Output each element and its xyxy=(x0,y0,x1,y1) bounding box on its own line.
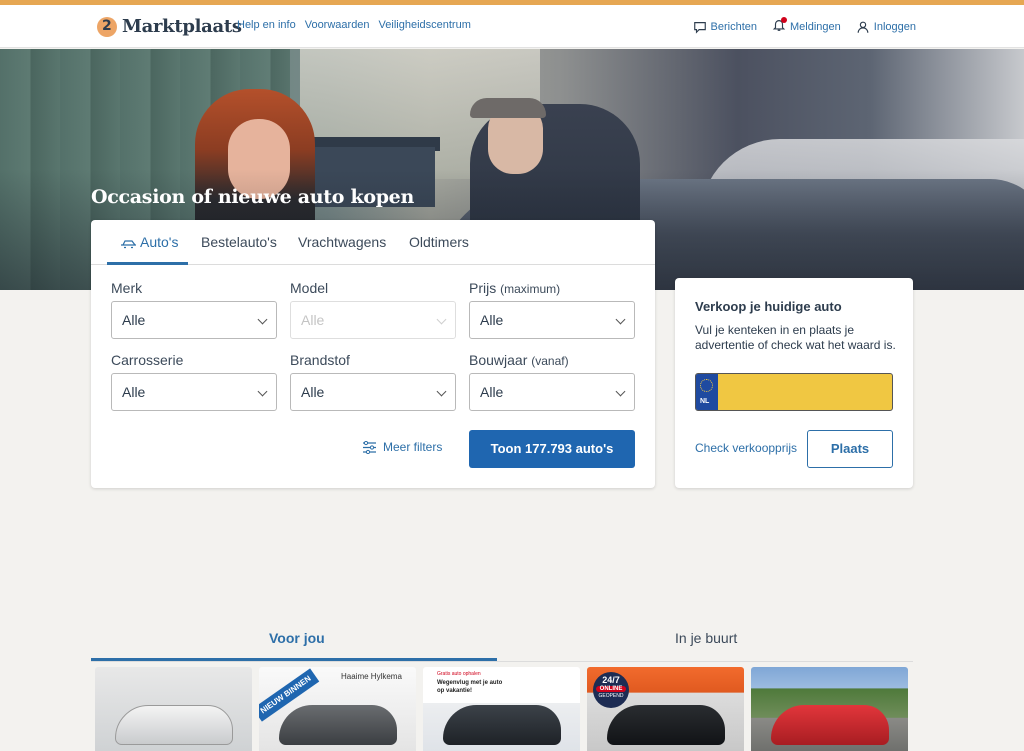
feed-tabs: Voor jou In je buurt xyxy=(91,620,913,662)
page-title: Occasion of nieuwe auto kopen xyxy=(91,186,414,208)
brand-label: Merk xyxy=(111,280,143,296)
tab-for-you[interactable]: Voor jou xyxy=(269,630,325,646)
tab-oldtimers[interactable]: Oldtimers xyxy=(409,234,469,250)
place-ad-button[interactable]: Plaats xyxy=(807,430,893,468)
dealer-name: Haaime Hylkema xyxy=(341,672,402,681)
year-label-text: Bouwjaar xyxy=(469,352,528,368)
nav-link-help[interactable]: Help en info xyxy=(237,19,296,31)
chevron-down-icon xyxy=(615,314,626,325)
tab-vans[interactable]: Bestelauto's xyxy=(201,234,277,250)
body-type-select-value: Alle xyxy=(122,384,146,400)
nav-link-terms[interactable]: Voorwaarden xyxy=(305,19,370,31)
more-filters-button[interactable]: Meer filters xyxy=(362,440,442,454)
year-label: Bouwjaar (vanaf) xyxy=(469,352,569,368)
login-link[interactable]: Inloggen xyxy=(856,18,916,35)
model-label: Model xyxy=(290,280,329,296)
year-label-sub: (vanaf) xyxy=(531,354,569,368)
tab-nearby[interactable]: In je buurt xyxy=(675,630,737,646)
badge-line-1: 24/7 xyxy=(602,675,620,685)
chevron-down-icon xyxy=(257,386,268,397)
price-select[interactable]: Alle xyxy=(469,301,635,339)
listing-photo-car xyxy=(771,705,889,745)
brand-select[interactable]: Alle xyxy=(111,301,277,339)
notification-dot xyxy=(781,17,788,23)
listing-card[interactable] xyxy=(95,667,252,751)
chevron-down-icon xyxy=(436,314,447,325)
hero-photo-man-hat xyxy=(470,98,546,118)
price-label-text: Prijs xyxy=(469,280,497,296)
model-select: Alle xyxy=(290,301,456,339)
license-plate-input[interactable]: NL xyxy=(695,373,893,411)
more-filters-label: Meer filters xyxy=(383,440,443,454)
header-actions: Berichten Meldingen Inloggen xyxy=(693,17,916,35)
logo-text: Marktplaats xyxy=(122,16,242,37)
car-icon xyxy=(121,240,136,249)
promo-top-text: Gratis auto ophalen xyxy=(437,671,481,677)
site-header: Marktplaats Help en info Voorwaarden Vei… xyxy=(0,5,1024,48)
chevron-down-icon xyxy=(436,386,447,397)
price-label: Prijs (maximum) xyxy=(469,280,560,296)
messages-label: Berichten xyxy=(710,20,758,33)
nav-link-safety[interactable]: Veiligheidscentrum xyxy=(379,19,471,31)
listing-card[interactable]: Gratis auto ophalen Wegenvlug met je aut… xyxy=(423,667,580,751)
listing-photo-car xyxy=(279,705,397,745)
chevron-down-icon xyxy=(257,314,268,325)
listing-card[interactable]: NIEUW BINNEN Haaime Hylkema xyxy=(259,667,416,751)
sell-car-panel: Verkoop je huidige auto Vul je kenteken … xyxy=(675,278,913,488)
listing-photo-car xyxy=(607,705,725,745)
year-select[interactable]: Alle xyxy=(469,373,635,411)
open-24-7-badge: 24/7 ONLINE GEOPEND xyxy=(593,672,629,708)
show-results-button[interactable]: Toon 177.793 auto's xyxy=(469,430,635,468)
listing-photo-car xyxy=(115,705,233,745)
header-nav: Help en info Voorwaarden Veiligheidscent… xyxy=(237,19,471,31)
notifications-label: Meldingen xyxy=(790,20,841,33)
fuel-select-value: Alle xyxy=(301,384,325,400)
tab-trucks[interactable]: Vrachtwagens xyxy=(298,234,386,250)
user-icon xyxy=(857,21,869,33)
eu-stars-icon xyxy=(700,379,713,392)
listing-card[interactable] xyxy=(751,667,908,751)
tab-cars-label: Auto's xyxy=(140,234,179,250)
filter-sliders-icon xyxy=(363,440,376,454)
badge-line-3: GEOPEND xyxy=(598,693,624,699)
body-type-label: Carrosserie xyxy=(111,352,184,368)
badge-line-2: ONLINE xyxy=(596,686,626,692)
sell-title: Verkoop je huidige auto xyxy=(695,299,842,314)
listing-card[interactable]: 24/7 ONLINE GEOPEND xyxy=(587,667,744,751)
messages-link[interactable]: Berichten xyxy=(693,18,757,35)
body-type-select[interactable]: Alle xyxy=(111,373,277,411)
fuel-select[interactable]: Alle xyxy=(290,373,456,411)
promo-banner: Gratis auto ophalen Wegenvlug met je aut… xyxy=(423,667,580,703)
vehicle-type-tabs: Auto's Bestelauto's Vrachtwagens Oldtime… xyxy=(91,220,655,265)
model-select-value: Alle xyxy=(301,312,325,328)
eu-flag-icon: NL xyxy=(696,374,718,410)
login-label: Inloggen xyxy=(873,20,916,33)
brand-select-value: Alle xyxy=(122,312,146,328)
sell-description: Vul je kenteken in en plaats je adverten… xyxy=(695,323,896,352)
listing-cards: NIEUW BINNEN Haaime Hylkema Gratis auto … xyxy=(95,667,915,751)
tab-cars[interactable]: Auto's xyxy=(120,234,178,250)
bell-icon xyxy=(772,17,788,35)
fuel-label: Brandstof xyxy=(290,352,350,368)
chat-icon xyxy=(693,21,706,34)
active-tab-indicator xyxy=(107,262,188,265)
price-select-value: Alle xyxy=(480,312,504,328)
marktplaats-logo[interactable]: Marktplaats xyxy=(97,16,242,37)
check-price-link[interactable]: Check verkoopprijs xyxy=(695,441,797,455)
price-label-sub: (maximum) xyxy=(500,282,561,296)
promo-text: Wegenvlug met je auto op vakantie! xyxy=(437,680,503,694)
car-search-panel: Auto's Bestelauto's Vrachtwagens Oldtime… xyxy=(91,220,655,488)
logo-icon xyxy=(97,16,117,37)
notifications-link[interactable]: Meldingen xyxy=(772,17,841,35)
listing-photo-car xyxy=(443,705,561,745)
feed-active-tab-indicator xyxy=(91,658,497,661)
year-select-value: Alle xyxy=(480,384,504,400)
chevron-down-icon xyxy=(615,386,626,397)
plate-country-code: NL xyxy=(700,398,710,405)
